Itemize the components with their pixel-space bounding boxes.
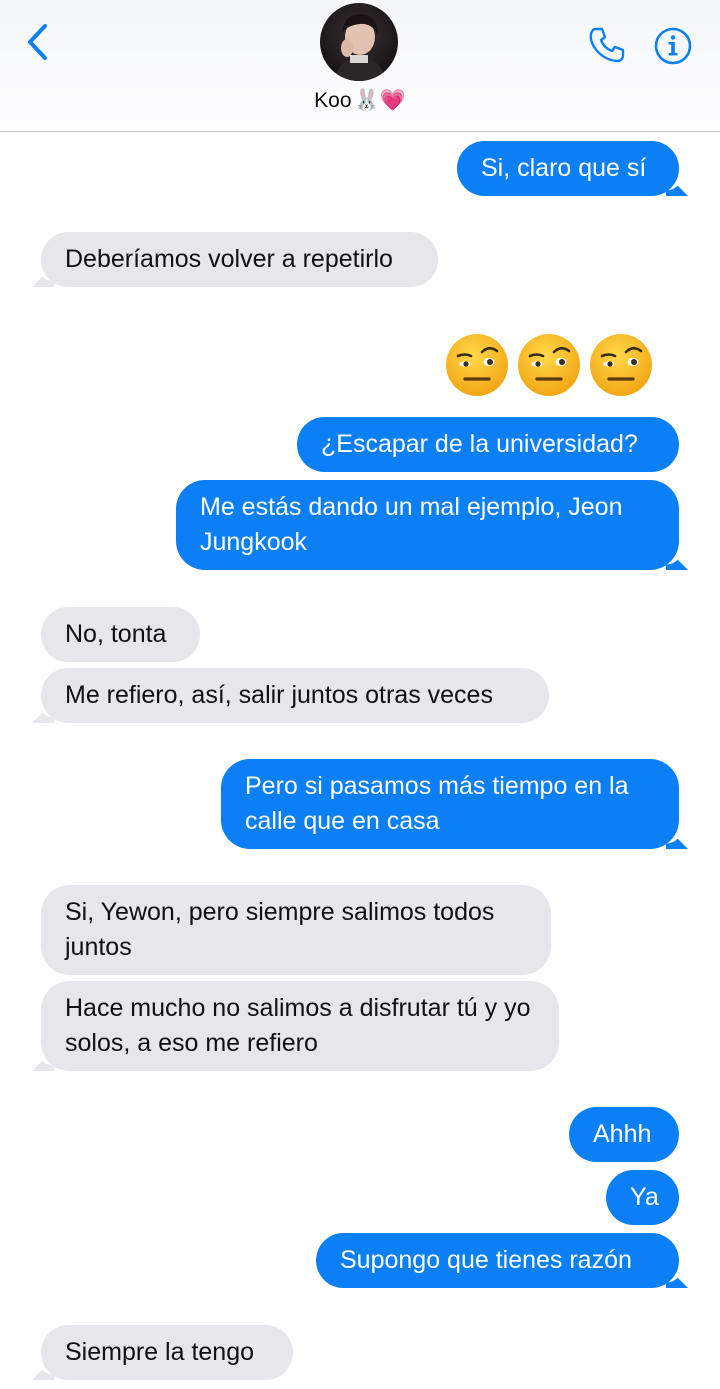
contact-avatar[interactable] [320,3,398,81]
message-bubble-outgoing[interactable]: Pero si pasamos más tiempo en la calle q… [221,759,679,849]
message-text: Pero si pasamos más tiempo en la calle q… [245,772,629,835]
contact-name-text: Koo [314,88,352,112]
contact-name-emoji: 🐰💗 [353,88,406,112]
message-bubble-incoming[interactable]: Siempre la tengo [41,1325,293,1380]
message-bubble-outgoing[interactable]: Ya [606,1170,679,1225]
message-text: Me refiero, así, salir juntos otras vece… [65,681,493,709]
message-bubble-incoming[interactable]: Si, Yewon, pero siempre salimos todos ju… [41,885,551,975]
message-text: Ya [630,1183,659,1211]
message-text: No, tonta [65,620,167,648]
avatar-photo [320,3,398,81]
message-bubble-incoming[interactable]: Deberíamos volver a repetirlo [41,232,438,287]
message-bubble-outgoing[interactable]: Si, claro que sí [457,141,679,196]
raised-eyebrow-face-icon [518,334,580,396]
message-text: ¿Escapar de la universidad? [321,430,638,458]
back-button[interactable] [16,20,60,64]
contact-name[interactable]: Koo 🐰💗 [0,88,720,113]
raised-eyebrow-face-icon [446,334,508,396]
message-text: Siempre la tengo [65,1338,255,1366]
message-bubble-incoming[interactable]: No, tonta [41,607,200,662]
message-text: Me estás dando un mal ejemplo, Jeon Jung… [200,493,623,556]
message-bubble-outgoing[interactable]: ¿Escapar de la universidad? [297,417,679,472]
info-button[interactable] [652,25,694,67]
message-text: Ahhh [593,1120,652,1148]
message-text: Si, claro que sí [481,154,647,182]
raised-eyebrow-face-icon [590,334,652,396]
emoji-message[interactable] [444,332,654,398]
message-bubble-outgoing[interactable]: Ahhh [569,1107,679,1162]
info-icon [654,27,692,65]
chevron-left-icon [28,24,47,60]
message-text: Si, Yewon, pero siempre salimos todos ju… [65,898,495,961]
message-text: Supongo que tienes razón [340,1246,632,1274]
message-bubble-outgoing[interactable]: Me estás dando un mal ejemplo, Jeon Jung… [176,480,679,570]
message-bubble-incoming[interactable]: Me refiero, así, salir juntos otras vece… [41,668,549,723]
message-bubble-outgoing[interactable]: Supongo que tienes razón [316,1233,679,1288]
phone-icon [589,27,625,63]
call-button[interactable] [584,22,630,68]
message-text: Deberíamos volver a repetirlo [65,245,393,273]
conversation-header: Koo 🐰💗 [0,0,720,132]
message-bubble-incoming[interactable]: Hace mucho no salimos a disfrutar tú y y… [41,981,559,1071]
message-text: Hace mucho no salimos a disfrutar tú y y… [65,994,531,1057]
